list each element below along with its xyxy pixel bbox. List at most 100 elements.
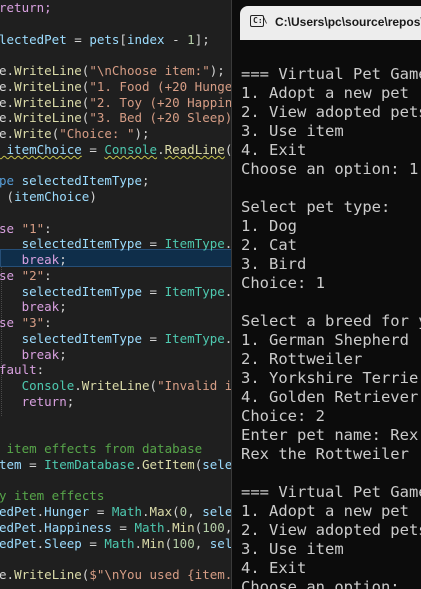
terminal-icon: C:\	[250, 15, 267, 27]
code-token: [	[119, 31, 127, 47]
code-token: .	[157, 141, 165, 157]
code-token: ItemType	[164, 283, 225, 299]
code-line: edPet.Sleep = Math.Min(100, select	[0, 536, 255, 552]
code-token: Max	[149, 504, 173, 519]
code-token: =	[81, 535, 105, 551]
code-token: Hunger	[44, 504, 90, 519]
code-token: e.	[0, 567, 15, 582]
code-token: index	[126, 31, 165, 47]
console-line: 3. Use item	[241, 122, 344, 140]
code-line: se "2":	[0, 268, 52, 284]
code-token: );	[209, 63, 225, 78]
code-line: Console.WriteLine("Invalid item	[0, 378, 255, 394]
code-token: fault	[0, 362, 37, 378]
code-token: 100	[172, 535, 195, 551]
console-line: 3. Yorkshire Terrier	[241, 369, 421, 387]
console-output: === Virtual Pet Game 1. Adopt a new pet 2.…	[241, 65, 421, 589]
code-line: tem = ItemDatabase.GetItem(selecte	[0, 457, 255, 473]
code-token: ;	[59, 299, 67, 315]
console-line: 4. Exit	[241, 559, 307, 577]
code-token: :	[44, 315, 52, 330]
code-token: ItemType	[164, 330, 225, 346]
console-window[interactable]: C:\ C:\Users\pc\source\repos\ === Virtua…	[231, 0, 421, 589]
code-token: Math	[111, 504, 143, 519]
code-token: edPet	[0, 519, 37, 535]
code-token: "2"	[21, 267, 45, 283]
code-line: se "3":	[0, 315, 52, 331]
code-token: "1"	[21, 220, 45, 236]
code-token: se	[0, 267, 22, 283]
code-token: =	[81, 141, 105, 157]
code-line: fault:	[0, 362, 44, 378]
code-token: =	[111, 519, 135, 535]
console-line: Select pet type:	[241, 198, 391, 216]
code-token: selectedItemType	[21, 173, 142, 189]
code-line: e.WriteLine("3. Bed (+20 Sleep)");	[0, 110, 255, 126]
code-token: Write	[14, 126, 52, 141]
code-line: e.WriteLine("2. Toy (+20 Happiness	[0, 95, 255, 111]
code-token: itemChoice	[0, 141, 82, 157]
code-line: edPet.Hunger = Math.Max(0, selecte	[0, 504, 255, 520]
console-line: Choose an option: 1	[241, 160, 419, 178]
code-token: :	[44, 220, 52, 236]
console-line: Enter pet name: Rex	[241, 426, 419, 444]
code-token: .	[134, 535, 143, 551]
code-token: Happiness	[44, 519, 112, 535]
code-token: =	[142, 283, 165, 299]
code-token: (	[172, 504, 180, 519]
code-token: return	[21, 393, 67, 409]
code-token: Min	[142, 535, 165, 551]
code-token: e.	[0, 78, 15, 94]
code-token: e.	[0, 110, 15, 126]
code-token: break	[21, 252, 60, 267]
console-title-bar[interactable]: C:\ C:\Users\pc\source\repos\	[240, 6, 421, 40]
code-token: .	[74, 378, 82, 393]
code-token: .	[142, 504, 150, 519]
code-token: selectedItemType	[0, 283, 142, 299]
code-line: return;	[0, 393, 75, 410]
code-token: ReadLine	[164, 141, 225, 157]
code-token: WriteLine	[14, 94, 82, 110]
code-token: return;	[0, 0, 52, 15]
code-token: "3"	[21, 315, 45, 330]
code-line: e.Write("Choice: ");	[0, 126, 150, 142]
code-line: e.WriteLine($"\nYou used {item.Nam	[0, 567, 255, 583]
code-token: ;	[59, 252, 67, 267]
console-line: === Virtual Pet Game	[241, 65, 421, 83]
code-token: selectedItemType	[0, 330, 142, 346]
code-token: Math	[134, 519, 165, 535]
code-token: lectedPet	[0, 31, 67, 47]
code-token: WriteLine	[14, 78, 82, 94]
code-token: Console	[104, 141, 158, 157]
console-line: 3. Use item	[241, 540, 344, 558]
code-token: );	[134, 126, 150, 141]
console-line: 2. Rottweiler	[241, 350, 363, 368]
code-token: ItemDatabase	[44, 456, 135, 472]
code-line: item effects from database	[0, 441, 203, 457]
code-line: break;	[0, 299, 67, 315]
console-line: 3. Bird	[241, 255, 307, 273]
console-line: Rex the Rottweiler (	[241, 445, 421, 463]
code-line: se "1":	[0, 221, 52, 237]
code-token: -	[164, 31, 188, 47]
code-token: ,	[194, 535, 210, 551]
code-token: ;	[66, 393, 75, 409]
code-token: e.	[0, 94, 15, 110]
code-token: "\nChoose item:"	[89, 63, 210, 78]
console-line: Select a breed for y	[241, 312, 421, 330]
code-token: WriteLine	[81, 378, 150, 393]
code-token: se	[0, 220, 22, 236]
code-token: WriteLine	[14, 110, 82, 126]
code-token: )	[89, 189, 97, 204]
console-line: 1. Adopt a new pet	[241, 84, 409, 102]
code-token: Math	[104, 535, 135, 551]
code-token: break	[21, 346, 60, 362]
code-line: return;	[0, 0, 52, 16]
code-line: break;	[0, 252, 67, 268]
code-line: e.WriteLine("\nChoose item:");	[0, 63, 225, 79]
code-line: selectedItemType = ItemType.Toy;	[0, 283, 263, 300]
